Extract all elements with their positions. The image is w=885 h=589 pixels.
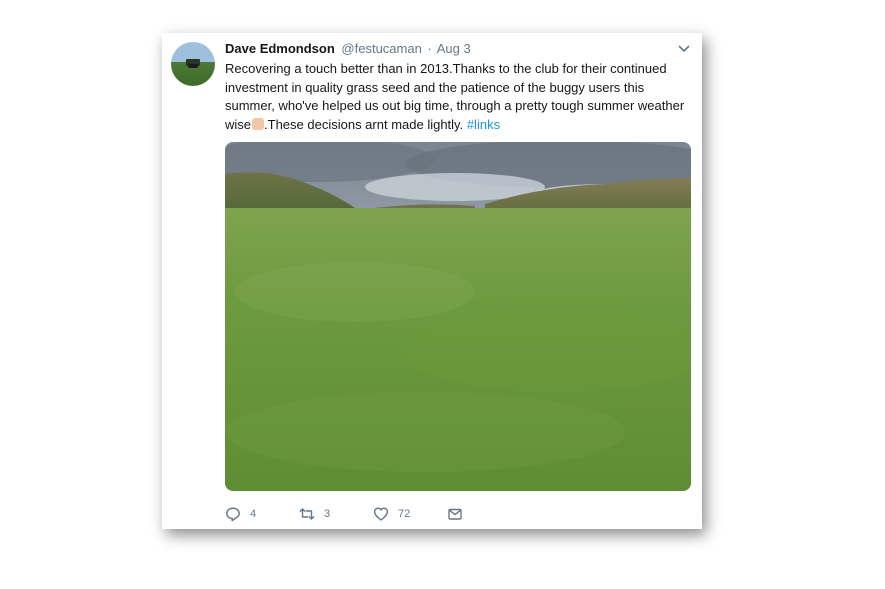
envelope-icon <box>448 508 462 520</box>
golf-fairway-photo <box>225 142 691 491</box>
chevron-down-icon[interactable] <box>678 44 690 54</box>
heart-icon <box>373 507 389 521</box>
reply-count: 4 <box>250 508 257 520</box>
avatar[interactable] <box>171 42 215 86</box>
like-count: 72 <box>398 508 411 520</box>
tweet-actions: 4 3 72 <box>225 504 695 524</box>
tweet-card[interactable]: Dave Edmondson @festucaman · Aug 3 Recov… <box>162 33 702 529</box>
reply-button[interactable]: 4 <box>225 504 256 524</box>
retweet-icon <box>299 508 315 520</box>
separator-dot: · <box>427 41 432 56</box>
tweet-date[interactable]: Aug 3 <box>437 41 471 56</box>
retweet-button[interactable]: 3 <box>299 504 330 524</box>
tweet-text: Recovering a touch better than in 2013.T… <box>225 60 695 134</box>
retweet-count: 3 <box>324 508 331 520</box>
tweet-header: Dave Edmondson @festucaman · Aug 3 <box>225 41 471 57</box>
user-handle[interactable]: @festucaman <box>341 41 421 56</box>
tweet-text-tail: .These decisions arnt made lightly. <box>264 116 467 132</box>
direct-message-button[interactable] <box>447 504 463 524</box>
reply-icon <box>226 507 240 522</box>
like-button[interactable]: 72 <box>373 504 410 524</box>
thumbs-up-emoji-icon <box>252 117 265 130</box>
tractor-image <box>186 59 200 68</box>
hashtag-link[interactable]: #links <box>467 117 500 132</box>
tweet-photo[interactable] <box>225 142 691 491</box>
display-name[interactable]: Dave Edmondson <box>225 41 335 56</box>
